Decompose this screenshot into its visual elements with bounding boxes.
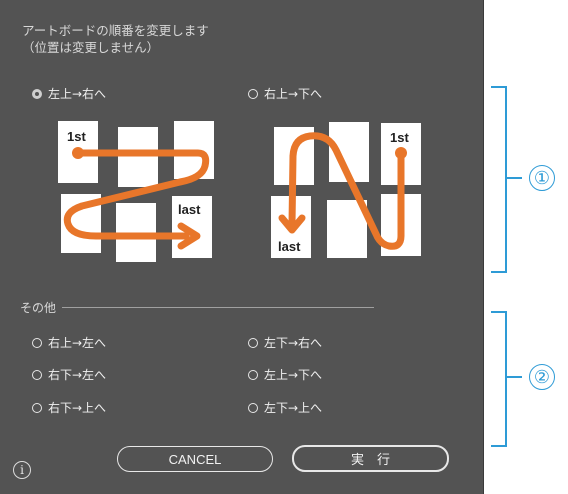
radio-dot <box>32 369 42 380</box>
dialog-panel: アートボードの順番を変更します （位置は変更しません） 左上→右へ 右上→下へ … <box>0 0 484 494</box>
annotation-bracket-2 <box>491 311 507 447</box>
label-first: 1st <box>390 130 409 145</box>
radio-right-bottom-left[interactable]: 右下→左へ <box>32 366 106 383</box>
section-divider <box>62 307 374 308</box>
radio-left-bottom-up[interactable]: 左下→上へ <box>248 399 322 416</box>
radio-label: 左下→上へ <box>264 401 323 415</box>
radio-dot <box>32 337 42 348</box>
cancel-button[interactable]: CANCEL <box>117 446 273 472</box>
radio-left-bottom-right[interactable]: 左下→右へ <box>248 334 322 351</box>
annotation-number-2: ② <box>529 364 555 390</box>
flow-arrow-n <box>278 132 407 250</box>
radio-dot <box>32 402 42 413</box>
radio-label: 右上→左へ <box>48 336 107 350</box>
radio-right-top-left[interactable]: 右上→左へ <box>32 334 106 351</box>
annotation-tick-1 <box>507 177 522 179</box>
radio-right-bottom-up[interactable]: 右下→上へ <box>32 399 106 416</box>
radio-label: 左下→右へ <box>264 336 323 350</box>
radio-dot <box>248 402 258 413</box>
radio-label: 右下→左へ <box>48 368 107 382</box>
label-last: last <box>278 239 301 254</box>
radio-label: 右下→上へ <box>48 401 107 415</box>
annotation-bracket-1 <box>491 86 507 273</box>
info-icon[interactable]: i <box>13 461 31 479</box>
radio-dot <box>248 337 258 348</box>
radio-dot <box>248 369 258 380</box>
execute-button[interactable]: 実 行 <box>292 445 449 472</box>
radio-left-top-down[interactable]: 左上→下へ <box>248 366 322 383</box>
section-title-other: その他 <box>20 301 57 315</box>
annotation-number-1: ① <box>529 165 555 191</box>
annotation-tick-2 <box>507 376 522 378</box>
radio-label: 左上→下へ <box>264 368 323 382</box>
